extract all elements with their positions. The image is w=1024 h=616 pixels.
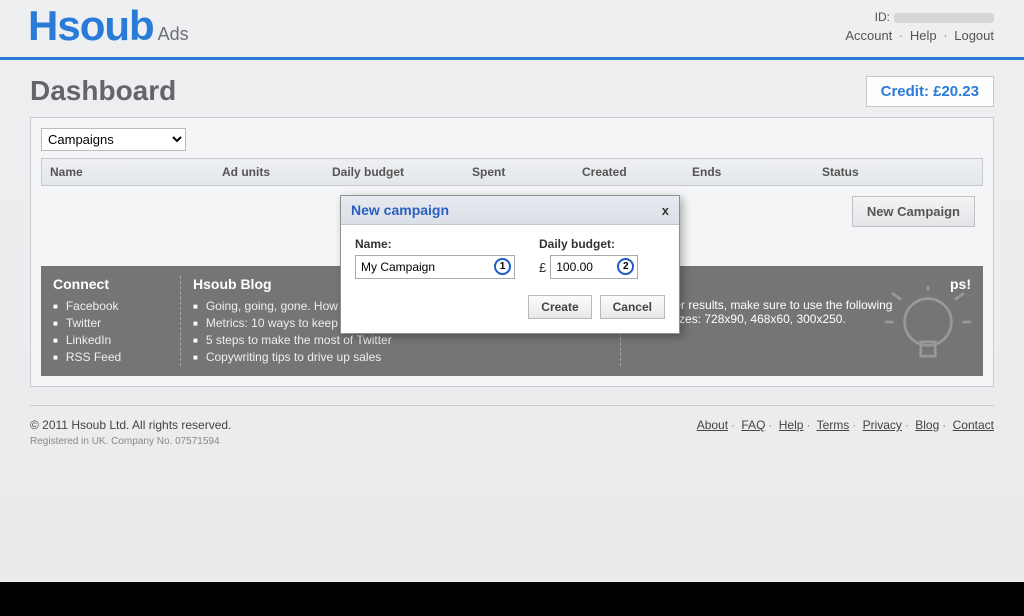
budget-label: Daily budget: <box>539 237 638 251</box>
step-marker-1: 1 <box>494 258 511 275</box>
footer-link[interactable]: Help <box>779 418 804 432</box>
app-header: HsoubAds ID: Account · Help · Logout <box>0 0 1024 60</box>
col-ends[interactable]: Ends <box>692 165 822 179</box>
col-status[interactable]: Status <box>822 165 982 179</box>
new-campaign-button[interactable]: New Campaign <box>852 196 975 227</box>
logout-link[interactable]: Logout <box>954 28 994 43</box>
col-name[interactable]: Name <box>42 165 222 179</box>
connect-title: Connect <box>53 276 168 292</box>
name-label: Name: <box>355 237 515 251</box>
copyright: © 2011 Hsoub Ltd. All rights reserved. <box>30 418 231 432</box>
footer-link[interactable]: FAQ <box>741 418 765 432</box>
help-link[interactable]: Help <box>910 28 937 43</box>
currency-symbol: £ <box>539 260 546 275</box>
footer-link[interactable]: About <box>697 418 728 432</box>
lightbulb-icon <box>883 281 973 376</box>
new-campaign-modal: New campaign x Name: 1 Daily budget: £ 2 <box>340 195 680 334</box>
modal-title: New campaign <box>351 202 449 218</box>
logo: HsoubAds <box>28 2 189 50</box>
page-title: Dashboard <box>30 75 176 107</box>
cancel-button[interactable]: Cancel <box>600 295 665 319</box>
connect-item[interactable]: RSS Feed <box>53 349 168 366</box>
footer-link[interactable]: Terms <box>817 418 850 432</box>
footer-link[interactable]: Blog <box>915 418 939 432</box>
col-created[interactable]: Created <box>582 165 692 179</box>
credit-badge[interactable]: Credit: £20.23 <box>866 76 994 107</box>
legal: Registered in UK. Company No. 07571594 <box>30 436 231 447</box>
close-icon[interactable]: x <box>662 203 669 218</box>
connect-item[interactable]: LinkedIn <box>53 332 168 349</box>
campaign-name-input[interactable] <box>355 255 515 279</box>
col-daily-budget[interactable]: Daily budget <box>332 165 472 179</box>
footer-link[interactable]: Contact <box>953 418 994 432</box>
col-spent[interactable]: Spent <box>472 165 582 179</box>
page-footer: © 2011 Hsoub Ltd. All rights reserved. R… <box>30 405 994 447</box>
logo-sub: Ads <box>158 24 189 44</box>
table-header: Name Ad units Daily budget Spent Created… <box>41 158 983 186</box>
id-redacted <box>894 13 994 23</box>
blog-item[interactable]: Copywriting tips to drive up sales <box>193 349 608 366</box>
col-ad-units[interactable]: Ad units <box>222 165 332 179</box>
connect-item[interactable]: Twitter <box>53 315 168 332</box>
blog-item[interactable]: 5 steps to make the most of Twitter <box>193 332 608 349</box>
logo-main: Hsoub <box>28 2 154 49</box>
footer-links: About· FAQ· Help· Terms· Privacy· Blog· … <box>697 418 994 447</box>
account-links: Account · Help · Logout <box>845 28 994 43</box>
id-line: ID: <box>875 10 994 24</box>
id-label: ID: <box>875 10 890 24</box>
view-select[interactable]: Campaigns <box>41 128 186 151</box>
connect-item[interactable]: Facebook <box>53 298 168 315</box>
account-link[interactable]: Account <box>845 28 892 43</box>
create-button[interactable]: Create <box>528 295 591 319</box>
footer-link[interactable]: Privacy <box>863 418 902 432</box>
